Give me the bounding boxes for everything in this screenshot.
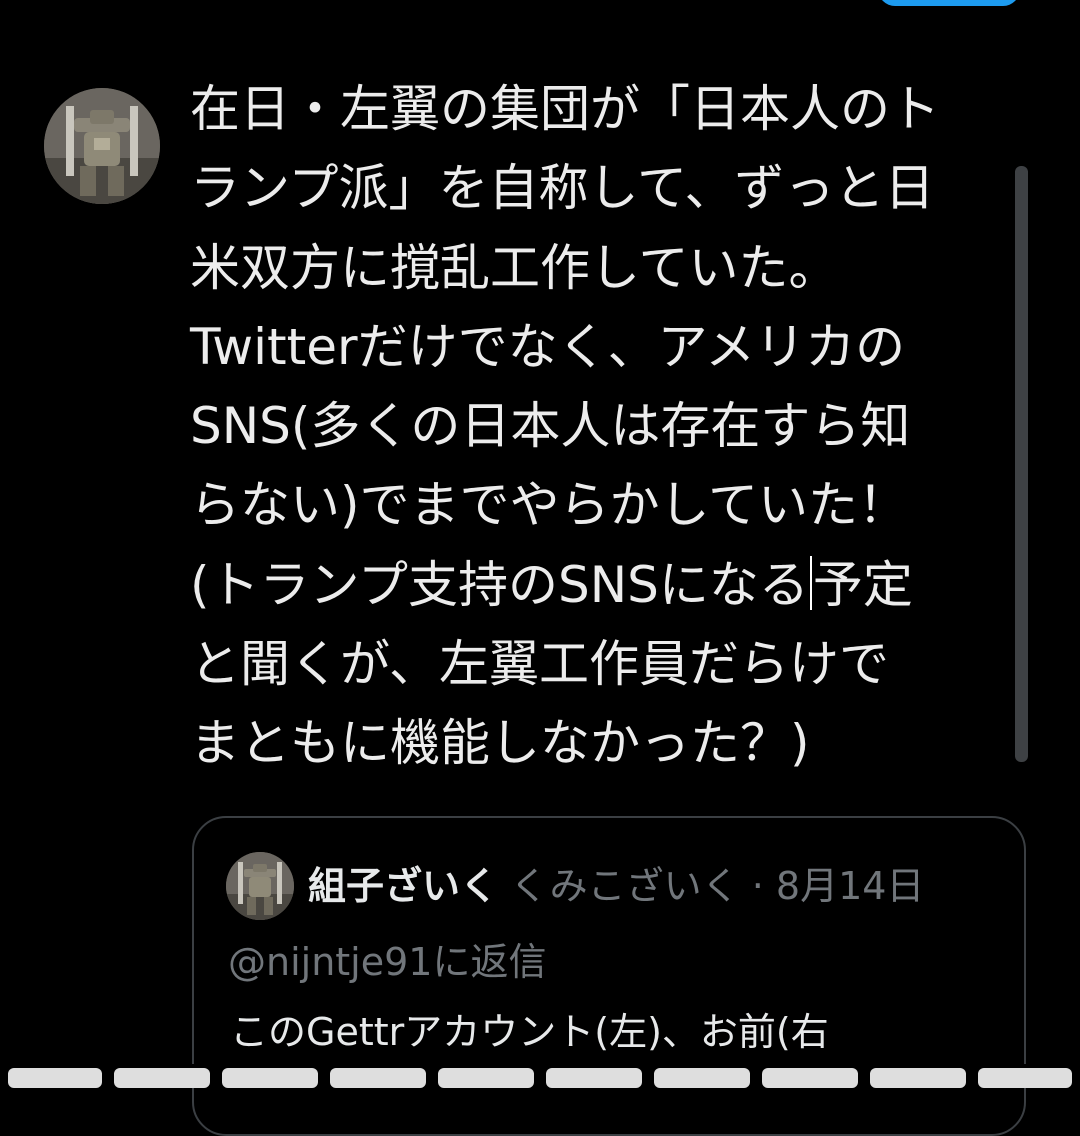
text-cursor: [809, 555, 812, 610]
keyboard-key[interactable]: [8, 1068, 102, 1088]
keyboard-top-row: [0, 1064, 1080, 1088]
quoted-date[interactable]: 8月14日: [776, 864, 925, 908]
compose-line: らない)でまでやらかしていた！: [190, 476, 909, 535]
keyboard-key[interactable]: [438, 1068, 534, 1088]
keyboard-key[interactable]: [546, 1068, 642, 1088]
compose-line: (トランプ支持のSNSになる: [190, 555, 809, 614]
compose-line: 在日・左翼の集団が「日本人のト: [190, 80, 940, 138]
keyboard-key[interactable]: [654, 1068, 750, 1088]
keyboard-key[interactable]: [762, 1068, 858, 1088]
reply-to-label[interactable]: @nijntje91に返信: [228, 936, 546, 988]
post-button[interactable]: [878, 0, 1020, 6]
compose-scrollbar[interactable]: [1015, 166, 1028, 762]
keyboard-key[interactable]: [870, 1068, 966, 1088]
quoted-handle[interactable]: くみこざいく: [510, 864, 740, 908]
compose-line: 米双方に撹乱工作していた。: [190, 238, 839, 297]
user-avatar: [44, 88, 160, 204]
compose-line: 予定: [812, 555, 913, 614]
compose-line: Twitterだけでなく、アメリカの: [190, 317, 906, 376]
tweet-compose-textarea[interactable]: 在日・左翼の集団が「日本人のト ランプ派」を自称して、ずっと日 米双方に撹乱工作…: [190, 70, 1020, 800]
keyboard-key[interactable]: [330, 1068, 426, 1088]
quoted-tweet-card[interactable]: 組子ざいく くみこざいく · 8月14日 @nijntje91に返信 このGet…: [192, 816, 1026, 1136]
header-separator: ·: [739, 864, 776, 908]
keyboard-key[interactable]: [114, 1068, 210, 1088]
quoted-display-name[interactable]: 組子ざいく: [308, 864, 498, 908]
keyboard-key[interactable]: [222, 1068, 318, 1088]
compose-line: と聞くが、左翼工作員だらけで: [190, 635, 889, 694]
quoted-tweet-text: このGettrアカウント(左)、お前(右: [230, 1010, 829, 1054]
mecha-avatar-image: [226, 852, 294, 920]
compose-line: ランプ派」を自称して、ずっと日: [190, 159, 935, 218]
quoted-tweet-header: 組子ざいく くみこざいく · 8月14日: [308, 860, 924, 912]
compose-text: 在日・左翼の集団が「日本人のト ランプ派」を自称して、ずっと日 米双方に撹乱工作…: [190, 70, 1020, 784]
compose-line: まともに機能しなかった？): [190, 714, 810, 773]
mecha-avatar-image: [44, 88, 160, 204]
quoted-user-avatar: [226, 852, 294, 920]
compose-line: SNS(多くの日本人は存在すら知: [190, 397, 911, 456]
keyboard-key[interactable]: [978, 1068, 1072, 1088]
